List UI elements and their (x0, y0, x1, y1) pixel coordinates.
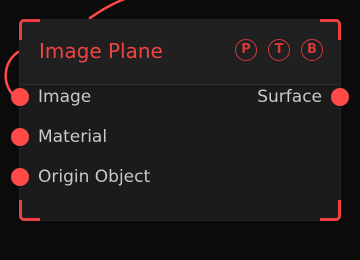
output-label-surface: Surface (257, 87, 322, 107)
input-port-material[interactable] (11, 128, 29, 146)
flag-p-icon[interactable]: P (235, 39, 257, 61)
input-label-origin-object: Origin Object (38, 167, 151, 187)
node-editor-canvas[interactable]: Image Plane P T B Image Material Origin … (0, 0, 360, 260)
flag-t-icon[interactable]: T (268, 39, 290, 61)
input-port-origin-object[interactable] (11, 168, 29, 186)
image-plane-node[interactable]: Image Plane P T B Image Material Origin … (19, 19, 341, 221)
selection-corner-bottom-right (320, 200, 341, 221)
selection-corner-top-left (19, 19, 40, 40)
selection-corner-bottom-left (19, 200, 40, 221)
flag-b-icon[interactable]: B (301, 39, 323, 61)
input-label-material: Material (38, 127, 108, 147)
node-header[interactable]: Image Plane P T B (20, 20, 340, 85)
input-port-image[interactable] (11, 88, 29, 106)
node-title: Image Plane (39, 39, 163, 63)
output-port-surface[interactable] (331, 88, 349, 106)
input-label-image: Image (38, 87, 92, 107)
selection-corner-top-right (320, 19, 341, 40)
